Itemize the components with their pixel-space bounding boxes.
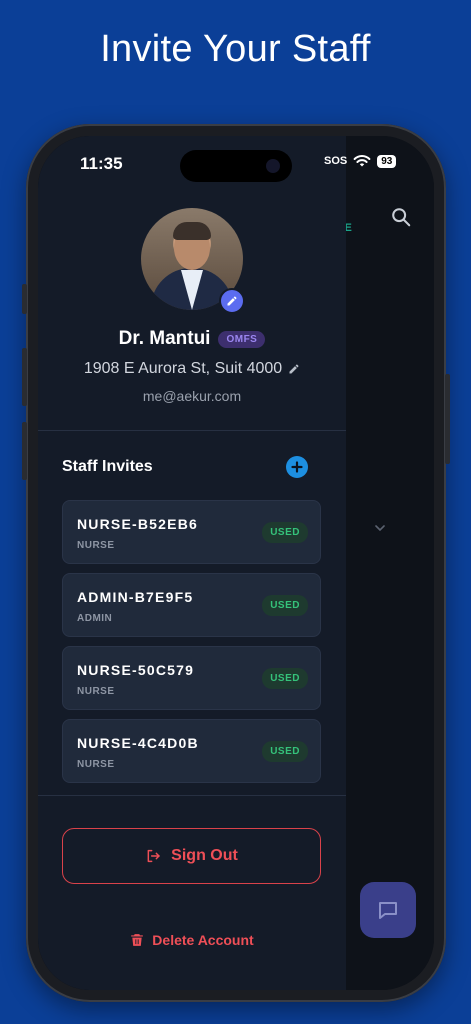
profile-email: me@aekur.com bbox=[142, 388, 242, 404]
action-button bbox=[22, 284, 27, 314]
phone-frame: 8 NE 11:35 SOS 93 bbox=[22, 124, 450, 1002]
battery-indicator: 93 bbox=[377, 154, 397, 168]
invite-role: NURSE bbox=[77, 686, 115, 697]
staff-invites-title: Staff Invites bbox=[62, 458, 153, 475]
sign-out-button[interactable]: Sign Out bbox=[62, 828, 321, 884]
name-row: Dr. Mantui OMFS bbox=[38, 328, 346, 350]
volume-up-button bbox=[22, 348, 27, 406]
status-time: 11:35 bbox=[80, 154, 123, 173]
dynamic-island bbox=[180, 150, 292, 182]
edit-address-icon[interactable] bbox=[288, 363, 300, 375]
status-icons: SOS 93 bbox=[324, 154, 397, 168]
trash-icon bbox=[131, 934, 144, 946]
status-badge: USED bbox=[262, 668, 308, 689]
search-icon[interactable] bbox=[390, 206, 412, 228]
invite-role: NURSE bbox=[77, 540, 115, 551]
profile-name: Dr. Mantui bbox=[118, 328, 211, 349]
screen: 8 NE 11:35 SOS 93 bbox=[38, 136, 434, 990]
volume-down-button bbox=[22, 422, 27, 480]
chat-icon bbox=[379, 902, 397, 919]
specialty-badge: OMFS bbox=[218, 330, 266, 348]
wifi-icon bbox=[353, 155, 371, 167]
invite-card[interactable]: NURSE-50C579 NURSE USED bbox=[62, 646, 321, 710]
headline: Invite Your Staff bbox=[100, 28, 371, 70]
pencil-icon bbox=[227, 296, 237, 306]
invite-role: NURSE bbox=[77, 759, 115, 770]
status-badge: USED bbox=[262, 522, 308, 543]
add-invite-button[interactable] bbox=[286, 456, 308, 478]
invite-code: NURSE-4C4D0B bbox=[77, 735, 199, 751]
delete-account-label: Delete Account bbox=[152, 932, 254, 948]
status-badge: USED bbox=[262, 595, 308, 616]
invite-code: NURSE-B52EB6 bbox=[77, 516, 198, 532]
avatar-container bbox=[141, 208, 245, 314]
chat-button[interactable] bbox=[360, 882, 416, 938]
invite-card[interactable]: NURSE-B52EB6 NURSE USED bbox=[62, 500, 321, 564]
invite-code: NURSE-50C579 bbox=[77, 662, 195, 678]
logout-icon bbox=[147, 849, 160, 863]
edit-avatar-button[interactable] bbox=[219, 288, 245, 314]
profile-drawer: Dr. Mantui OMFS 1908 E Aurora St, Suit 4… bbox=[38, 136, 346, 990]
invite-card[interactable]: ADMIN-B7E9F5 ADMIN USED bbox=[62, 573, 321, 637]
divider bbox=[38, 795, 346, 796]
plus-icon bbox=[291, 461, 303, 473]
address-row[interactable]: 1908 E Aurora St, Suit 4000 bbox=[38, 360, 346, 378]
invite-role: ADMIN bbox=[77, 613, 113, 624]
delete-account-button[interactable]: Delete Account bbox=[38, 932, 346, 948]
status-badge: USED bbox=[262, 741, 308, 762]
invite-card[interactable]: NURSE-4C4D0B NURSE USED bbox=[62, 719, 321, 783]
sos-indicator: SOS bbox=[324, 155, 348, 167]
profile-address: 1908 E Aurora St, Suit 4000 bbox=[83, 360, 283, 377]
power-button bbox=[445, 374, 450, 464]
invite-code: ADMIN-B7E9F5 bbox=[77, 589, 194, 605]
divider bbox=[38, 430, 346, 431]
chevron-down-icon[interactable] bbox=[372, 520, 388, 536]
sign-out-label: Sign Out bbox=[171, 847, 238, 864]
